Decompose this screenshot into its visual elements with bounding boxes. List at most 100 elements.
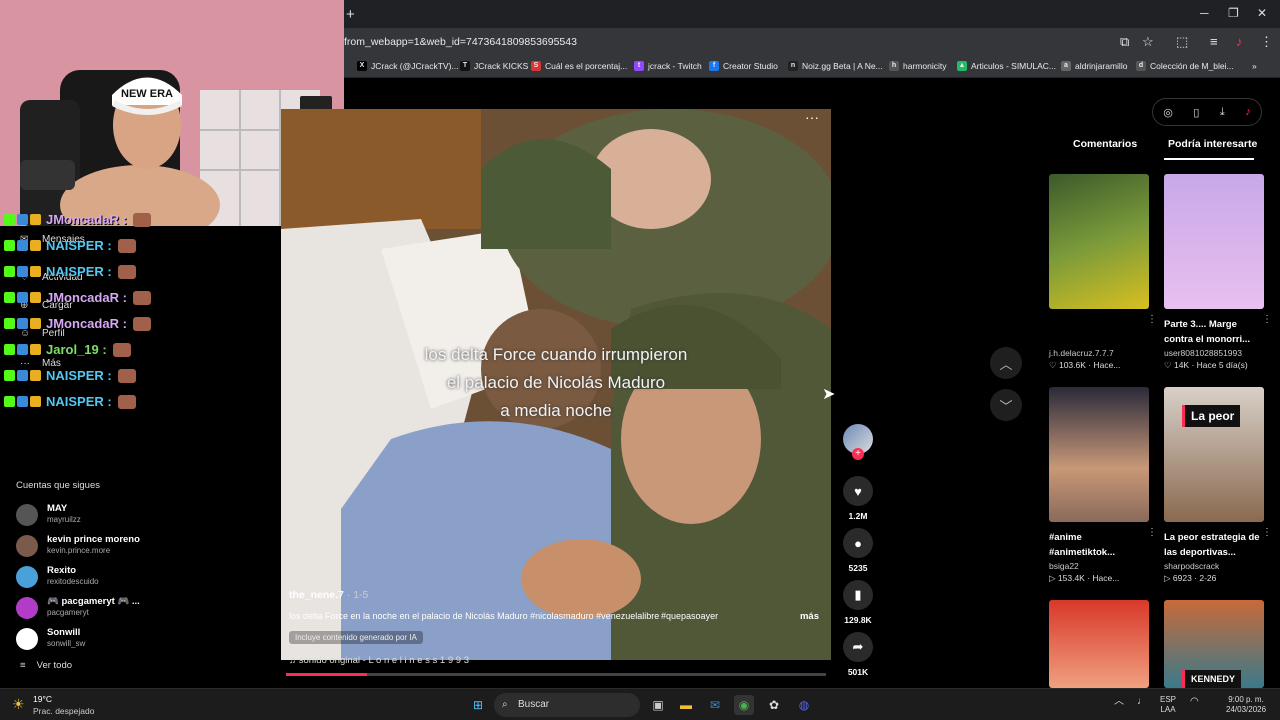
share-button[interactable]: ➦ 501K (843, 632, 873, 677)
bookmark-item[interactable]: d Colección de M_blei... (1136, 61, 1234, 71)
see-all-link[interactable]: ≡ Ver todo (20, 660, 72, 671)
tab-comments[interactable]: Comentarios (1073, 138, 1137, 150)
minimize-icon[interactable]: ─ (1200, 6, 1209, 20)
tray-chevron-icon[interactable]: ︿ (1114, 697, 1124, 707)
caption-line-1: los delta Force cuando irrumpieron (424, 345, 688, 364)
bookmark-label: harmonicity (903, 61, 947, 71)
taskbar-search[interactable]: ⌕ Buscar (494, 693, 640, 717)
tab-recommended[interactable]: Podría interesarte (1168, 138, 1257, 150)
app-icon[interactable]: ✿ (764, 695, 784, 715)
more-button[interactable]: más (800, 611, 819, 622)
card-options-icon[interactable]: ⋮ (1147, 314, 1157, 325)
recommended-video-card[interactable] (1049, 600, 1149, 688)
reading-list-icon[interactable]: ≡ (1210, 34, 1218, 49)
bookmark-item[interactable]: ▲ Articulos - SIMULAC... (957, 61, 1056, 71)
followed-account[interactable]: Rexito rexitodescuido (16, 564, 256, 590)
card-author[interactable]: j.h.delacruz.7.7.7 (1049, 348, 1149, 358)
chat-badge-icon (17, 292, 28, 303)
wifi-icon[interactable]: ◠ (1190, 697, 1199, 707)
chat-badge-icon (30, 214, 41, 225)
ai-content-label: Incluye contenido generado por IA (289, 631, 423, 644)
account-handle: rexitodescuido (47, 577, 99, 586)
recommended-video-card[interactable]: ⋮ Parte 3.... Marge contra el monorri... u… (1164, 174, 1272, 371)
recommended-video-card[interactable]: KENNEDY (1164, 600, 1264, 688)
clock-date: 24/03/2026 (1226, 705, 1267, 714)
bookmark-item[interactable]: t jcrack - Twitch (634, 61, 702, 71)
discord-icon[interactable]: ◍ (794, 695, 814, 715)
chat-message: JMoncadaR : (4, 212, 151, 227)
clock[interactable]: 9:00 p. m. 24/03/2026 (1226, 695, 1266, 715)
account-name: 🎮 pacgameryt 🎮 ... (47, 596, 140, 607)
video-author[interactable]: the_nene.7 · 1-5 (289, 589, 368, 601)
bookmark-item[interactable]: X JCrack (@JCrackTV)... (357, 61, 459, 71)
sound-link[interactable]: ♫ sonido original - L o n e l i n e s s … (289, 655, 469, 666)
weather-temp: 19°C (33, 694, 52, 704)
chat-message: JMoncadaR : (4, 316, 151, 331)
card-options-icon[interactable]: ⋮ (1262, 314, 1272, 325)
recommended-video-card[interactable]: ⋮ j.h.delacruz.7.7.7 ♡ 103.6K · Hace... (1049, 174, 1157, 371)
save-button[interactable]: ▮ 129.8K (843, 580, 873, 625)
url-field[interactable]: from_webapp=1&web_id=7473641809853695543 (344, 36, 577, 48)
bookmark-item[interactable]: S Cuál es el porcentaj... (531, 61, 627, 71)
like-button[interactable]: ♥ 1.2M (843, 476, 873, 521)
file-explorer-icon[interactable]: ▬ (676, 695, 696, 715)
download-icon[interactable]: ⤓ (1220, 106, 1225, 119)
bookmark-favicon-icon: X (357, 61, 367, 71)
bookmark-item[interactable]: f Creator Studio (709, 61, 778, 71)
close-icon[interactable]: ✕ (1257, 6, 1267, 20)
restore-icon[interactable]: ❐ (1228, 6, 1239, 20)
bookmark-item[interactable]: h harmonicity (889, 61, 946, 71)
video-options-icon[interactable]: ··· (805, 109, 819, 125)
language-indicator[interactable]: ESP LAA (1160, 695, 1176, 715)
bookmark-item[interactable]: n Noiz.gg Beta | A Ne... (788, 61, 883, 71)
bookmark-item[interactable]: T JCrack KICKS (460, 61, 528, 71)
card-options-icon[interactable]: ⋮ (1147, 527, 1157, 538)
video-player[interactable]: ··· los delta Force cuando irrumpieron e… (281, 109, 831, 660)
card-author[interactable]: user8081028851993 (1164, 348, 1264, 358)
lang-bottom: LAA (1160, 705, 1176, 714)
task-view-icon[interactable]: ▣ (648, 695, 668, 715)
chat-badge-icon (17, 396, 28, 407)
video-progress-bar[interactable] (286, 673, 826, 676)
menu-icon[interactable]: ⋮ (1260, 34, 1273, 50)
followed-account[interactable]: kevin prince moreno kevin.prince.more (16, 533, 256, 559)
bookmarks-overflow-icon[interactable]: » (1252, 61, 1257, 71)
bookmark-label: aldrinjaramillo (1075, 61, 1128, 71)
chat-message: NAISPER : (4, 238, 136, 253)
recommended-video-card[interactable]: ⋮ #anime #animetiktok... bsiga22 ▷ 153.4K ·… (1049, 387, 1157, 584)
bookmark-item[interactable]: a aldrinjaramillo (1061, 61, 1127, 71)
comment-button[interactable]: ● 5235 (843, 528, 873, 573)
card-options-icon[interactable]: ⋮ (1262, 527, 1272, 538)
cap-logo: NEW ERA (121, 88, 173, 100)
start-icon[interactable]: ⊞ (468, 695, 488, 715)
follow-plus-icon[interactable]: + (852, 448, 864, 460)
followed-account[interactable]: 🎮 pacgameryt 🎮 ... pacgameryt (16, 595, 256, 621)
chat-username: NAISPER : (46, 394, 112, 409)
bookmark-star-icon[interactable]: ☆ (1142, 34, 1154, 50)
previous-video-button[interactable]: ︿ (990, 347, 1022, 379)
next-video-button[interactable]: ﹀ (990, 389, 1022, 421)
card-author[interactable]: sharpodscrack (1164, 561, 1264, 571)
chrome-icon[interactable]: ◉ (734, 695, 754, 715)
recommended-video-card[interactable]: La peor ⋮ La peor estrategia de las deport… (1164, 387, 1272, 584)
bookmark-favicon-icon: n (788, 61, 798, 71)
device-icon[interactable]: ▯ (1193, 106, 1199, 119)
tiktok-extension-icon[interactable]: ♪ (1236, 34, 1243, 49)
tiktok-icon[interactable]: ♪ (1245, 106, 1251, 118)
followed-account[interactable]: MAY mayruilzz (16, 502, 256, 528)
extensions-icon[interactable]: ⬚ (1176, 34, 1188, 50)
mail-icon[interactable]: ✉ (705, 695, 725, 715)
followed-account[interactable]: Sonwill sonwill_sw (16, 626, 256, 652)
right-panel (1033, 78, 1280, 688)
microphone-icon[interactable]: ♩ (1137, 697, 1147, 707)
chat-badge-icon (30, 344, 41, 355)
explore-icon[interactable]: ◎ (1163, 106, 1173, 119)
caption-line-3: a media noche (500, 401, 612, 420)
new-tab-button[interactable]: + (346, 6, 355, 23)
author-avatar-button[interactable]: + (843, 424, 873, 460)
lang-top: ESP (1160, 695, 1177, 704)
chat-badge-icon (30, 370, 41, 381)
cast-icon[interactable]: ⧉ (1120, 34, 1129, 50)
chat-badge-icon (30, 318, 41, 329)
card-author[interactable]: bsiga22 (1049, 561, 1149, 571)
